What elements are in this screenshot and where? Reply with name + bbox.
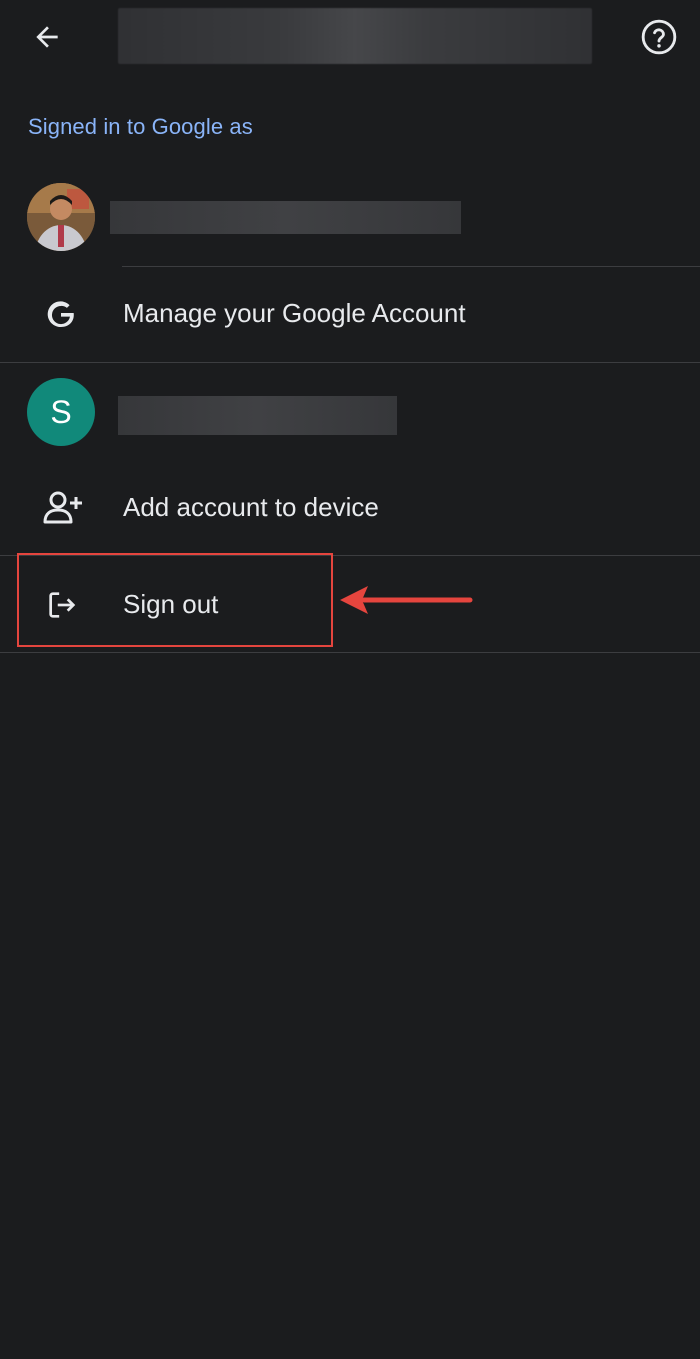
divider: [0, 652, 700, 653]
arrow-back-icon: [36, 26, 58, 48]
redacted-title: [118, 8, 592, 64]
avatar-letter: S: [50, 393, 72, 430]
divider: [0, 362, 700, 363]
add-account-label: Add account to device: [123, 492, 379, 522]
avatar: S: [27, 378, 95, 446]
annotation-arrow-icon: [340, 586, 473, 614]
add-account-item[interactable]: Add account to device: [0, 460, 700, 555]
signed-in-header: Signed in to Google as: [28, 114, 253, 139]
avatar: [27, 183, 95, 251]
redacted-email: [118, 396, 397, 435]
manage-account-item[interactable]: Manage your Google Account: [0, 267, 700, 363]
manage-account-label: Manage your Google Account: [123, 298, 466, 328]
back-button[interactable]: [18, 10, 76, 64]
help-circle-icon: [641, 19, 677, 55]
google-g-icon: [41, 295, 81, 335]
person-add-icon: [43, 487, 83, 527]
redacted-email: [110, 201, 461, 234]
help-button[interactable]: [632, 10, 686, 64]
annotation-highlight-box: [17, 553, 333, 647]
